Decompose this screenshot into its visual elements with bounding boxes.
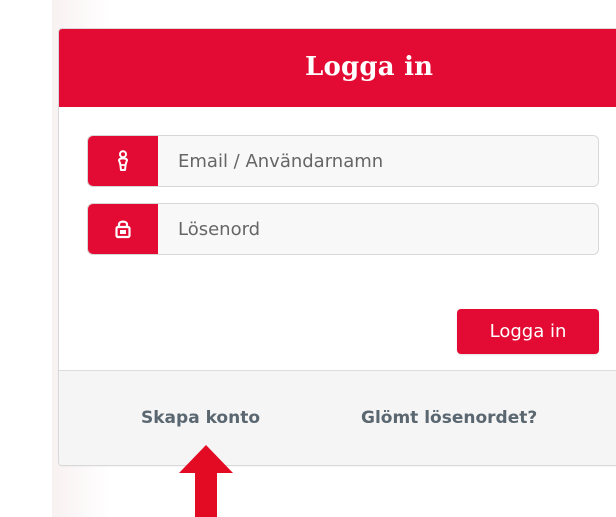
user-icon-box	[88, 136, 158, 186]
email-username-input-group	[87, 135, 599, 187]
login-title: Logga in	[305, 52, 434, 82]
login-card: Logga in Logga in	[58, 28, 616, 466]
login-header: Logga in	[59, 29, 616, 107]
create-account-link[interactable]: Skapa konto	[141, 407, 260, 429]
user-icon	[118, 150, 128, 171]
forgot-password-link[interactable]: Glömt lösenordet?	[361, 407, 537, 429]
login-button[interactable]: Logga in	[457, 309, 599, 354]
screenshot-page: Logga in Logga in	[0, 0, 616, 517]
lock-icon	[115, 220, 131, 239]
login-footer: Skapa konto Glömt lösenordet?	[59, 370, 616, 465]
email-username-field[interactable]	[158, 136, 598, 186]
password-input-group	[87, 203, 599, 255]
password-field[interactable]	[158, 204, 598, 254]
up-arrow-icon	[179, 445, 233, 517]
lock-icon-box	[88, 204, 158, 254]
